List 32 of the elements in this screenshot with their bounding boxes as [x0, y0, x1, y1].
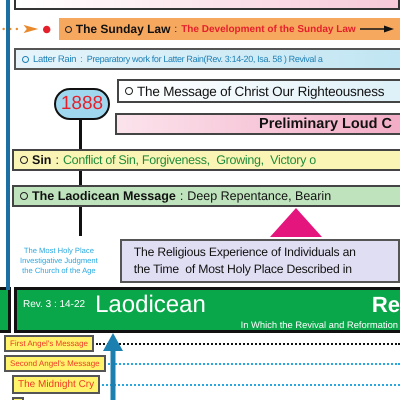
year-bubble: 1888	[54, 88, 110, 120]
circle-icon	[20, 156, 28, 164]
sin-description: Conflict of Sin, Forgiveness, Growing, Victory o	[62, 153, 316, 167]
scripture-reference: Rev. 3 : 14-22	[23, 299, 86, 310]
separator-text: :	[180, 189, 184, 203]
band-heading: Re	[372, 292, 400, 318]
religious-experience-box: The Religious Experience of Individuals an the Time of Most Holy Place Described in	[120, 239, 400, 283]
message-label: First Angel's Message	[4, 335, 94, 352]
band-subtitle: In Which the Revival and Reformation	[240, 319, 399, 330]
separator-text: :	[80, 54, 83, 64]
sunday-law-label: The Sunday Law	[76, 22, 170, 36]
church-name: Laodicean	[95, 290, 206, 318]
circle-icon	[22, 56, 29, 62]
arrow-icon	[360, 25, 394, 33]
dot-icon	[43, 24, 51, 34]
latter-rain-label: Latter Rain	[33, 54, 76, 64]
laodicean-message-description: Deep Repentance, Bearin	[187, 189, 332, 203]
christ-message-text: The Message of Christ Our Righteousness	[137, 84, 384, 98]
sunday-law-description: The Development of the Sunday Law	[181, 24, 356, 34]
circle-icon	[125, 87, 133, 95]
message-label: The Midnight Cry	[12, 375, 100, 394]
separator-text: :	[174, 24, 178, 34]
laodicean-message-label: The Laodicean Message	[32, 189, 176, 203]
latter-rain-description: Preparatory work for Latter Rain(Rev. 3:14-20, Isa. 58 ) Revival a	[86, 54, 323, 64]
sin-label: Sin	[32, 153, 52, 167]
loud-cry-text: Preliminary Loud C	[259, 116, 392, 132]
circle-icon	[64, 26, 72, 32]
circle-icon	[20, 192, 28, 200]
up-arrow-icon	[103, 333, 123, 400]
triangle-icon	[270, 208, 322, 237]
message-label: Second Angel's Message	[4, 355, 106, 372]
separator-text: :	[55, 153, 59, 167]
